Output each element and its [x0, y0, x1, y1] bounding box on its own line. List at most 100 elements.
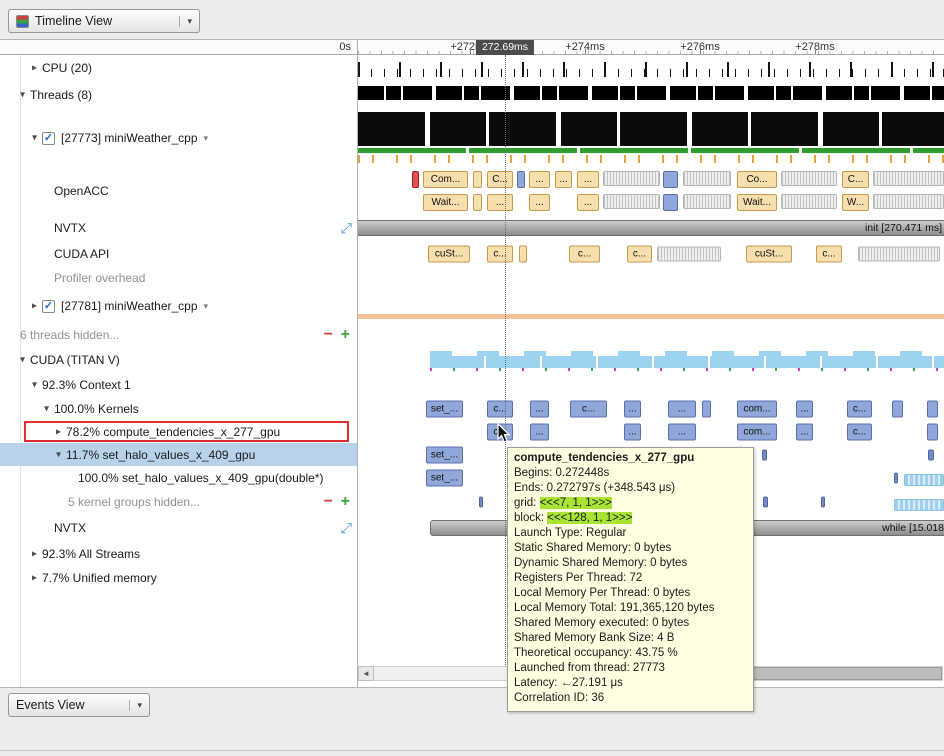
tree-row[interactable]: ▸✓[27781] miniWeather_cpp▾ [0, 289, 357, 323]
timeline-event-block[interactable] [927, 423, 938, 440]
tree-row[interactable]: ▾Threads (8) [0, 81, 357, 109]
restore-hidden-rows-icon[interactable]: + [341, 494, 350, 510]
timeline-event-block[interactable] [519, 246, 527, 263]
timeline-event-block[interactable]: Wait... [423, 194, 468, 211]
timeline-event-block[interactable] [479, 496, 483, 507]
timeline-event-block[interactable]: com... [737, 423, 777, 440]
timeline-track-row[interactable] [358, 55, 944, 81]
timeline-event-block[interactable] [873, 194, 944, 209]
timeline-event-block[interactable] [473, 171, 482, 188]
timeline-event-block[interactable] [873, 171, 944, 186]
tree-row[interactable]: ▸92.3% All Streams [0, 541, 357, 566]
timeline-event-block[interactable] [894, 499, 944, 511]
timeline-event-block[interactable]: W... [842, 194, 869, 211]
remove-hidden-rows-icon[interactable]: − [324, 327, 333, 343]
timeline-event-block[interactable]: C... [842, 171, 869, 188]
tree-row[interactable]: 6 threads hidden...−+ [0, 323, 357, 347]
timeline-event-block[interactable]: ... [555, 171, 572, 188]
timeline-event-block[interactable] [781, 171, 837, 186]
timeline-event-block[interactable] [412, 171, 419, 188]
timeline-event-block[interactable] [858, 247, 940, 262]
timeline-track-row[interactable] [358, 81, 944, 109]
timeline-event-block[interactable]: Co... [737, 171, 777, 188]
tree-row[interactable]: ▸78.2% compute_tendencies_x_277_gpu [0, 420, 357, 443]
tree-row[interactable]: ▾92.3% Context 1 [0, 373, 357, 397]
timeline-event-block[interactable] [473, 194, 482, 211]
tree-row[interactable]: ▾CUDA (TITAN V) [0, 347, 357, 373]
tree-expander-icon[interactable]: ▸ [28, 301, 41, 312]
timeline-event-block[interactable] [663, 194, 678, 211]
timeline-event-block[interactable]: Com... [423, 171, 468, 188]
timeline-event-block[interactable]: set_... [426, 400, 463, 417]
timeline-event-block[interactable]: ... [577, 194, 599, 211]
expand-row-icon[interactable]: ⤢ [341, 220, 352, 237]
timeline-event-block[interactable] [821, 496, 825, 507]
timeline-event-block[interactable]: C... [487, 171, 513, 188]
timeline-track-row[interactable] [358, 109, 944, 167]
timeline-event-block[interactable]: ... [487, 194, 513, 211]
tree-expander-icon[interactable]: ▾ [16, 90, 29, 101]
timeline-event-block[interactable] [904, 474, 944, 486]
timeline-event-block[interactable] [781, 194, 837, 209]
expand-row-icon[interactable]: ⤢ [341, 519, 352, 536]
timeline-track-row[interactable]: set_...c......c.........com......c... [358, 397, 944, 420]
timeline-event-block[interactable]: c... [847, 423, 872, 440]
timeline-event-block[interactable] [928, 449, 934, 460]
tree-row[interactable]: NVTX⤢ [0, 514, 357, 541]
timeline-view-selector[interactable]: Timeline View ▾ [8, 9, 200, 33]
timeline-event-block[interactable] [683, 194, 731, 209]
timeline-track-row[interactable] [358, 289, 944, 323]
restore-hidden-rows-icon[interactable]: + [341, 327, 350, 343]
tree-expander-icon[interactable]: ▸ [28, 548, 41, 559]
thread-options-caret-icon[interactable]: ▾ [204, 133, 209, 144]
timeline-event-block[interactable]: ... [624, 400, 641, 417]
timeline-event-block[interactable]: ... [796, 423, 813, 440]
tree-row[interactable]: ▸CPU (20) [0, 55, 357, 81]
scroll-left-button[interactable]: ◄ [358, 666, 374, 681]
tree-expander-icon[interactable]: ▾ [28, 133, 41, 144]
thread-checkbox[interactable]: ✓ [42, 300, 55, 313]
timeline-event-block[interactable]: ... [624, 423, 641, 440]
timeline-event-block[interactable] [603, 171, 660, 186]
timeline-track-row[interactable]: Com...C............Co...C...Wait........… [358, 167, 944, 215]
tree-expander-icon[interactable]: ▾ [16, 355, 29, 366]
timeline-track-row[interactable] [358, 323, 944, 347]
timeline-event-block[interactable]: ... [530, 423, 549, 440]
tree-expander-icon[interactable]: ▾ [28, 380, 41, 391]
thread-checkbox[interactable]: ✓ [42, 132, 55, 145]
timeline-event-block[interactable]: c... [847, 400, 872, 417]
timeline-event-block[interactable] [683, 171, 731, 186]
thread-options-caret-icon[interactable]: ▾ [204, 301, 209, 312]
tree-row[interactable]: 100.0% set_halo_values_x_409_gpu(double*… [0, 466, 357, 489]
timeline-event-block[interactable]: cuSt... [746, 246, 792, 263]
timeline-event-block[interactable]: ... [796, 400, 813, 417]
timeline-event-block[interactable]: ... [530, 400, 549, 417]
tree-row[interactable]: ▾✓[27773] miniWeather_cpp▾ [0, 109, 357, 167]
timeline-event-block[interactable]: c... [569, 246, 600, 263]
timeline-track-row[interactable] [358, 267, 944, 289]
tree-expander-icon[interactable]: ▾ [52, 449, 65, 460]
tree-expander-icon[interactable]: ▸ [28, 573, 41, 584]
timeline-track-row[interactable]: init [270.471 ms] [358, 215, 944, 241]
timeline-event-block[interactable] [927, 400, 938, 417]
timeline-event-block[interactable] [763, 496, 768, 507]
tree-row[interactable]: CUDA API [0, 241, 357, 267]
remove-hidden-rows-icon[interactable]: − [324, 494, 333, 510]
nvtx-range-bar[interactable]: init [270.471 ms] [358, 220, 944, 236]
events-view-selector[interactable]: Events View ▾ [8, 693, 150, 717]
timeline-event-block[interactable] [894, 472, 898, 483]
timeline-event-block[interactable]: c... [487, 400, 513, 417]
timeline-event-block[interactable] [892, 400, 903, 417]
timeline-event-block[interactable]: c... [487, 246, 513, 263]
timeline-event-block[interactable] [657, 247, 721, 262]
timeline-event-block[interactable] [517, 171, 525, 188]
tree-expander-icon[interactable]: ▸ [28, 63, 41, 74]
timeline-event-block[interactable] [663, 171, 678, 188]
tree-row[interactable]: OpenACC [0, 167, 357, 215]
timeline-event-block[interactable]: set_... [426, 469, 463, 486]
tree-row[interactable]: 5 kernel groups hidden...−+ [0, 489, 357, 514]
timeline-event-block[interactable] [702, 400, 711, 417]
timeline-event-block[interactable]: ... [668, 400, 696, 417]
timeline-event-block[interactable]: ... [529, 171, 550, 188]
tree-row[interactable]: Profiler overhead [0, 267, 357, 289]
